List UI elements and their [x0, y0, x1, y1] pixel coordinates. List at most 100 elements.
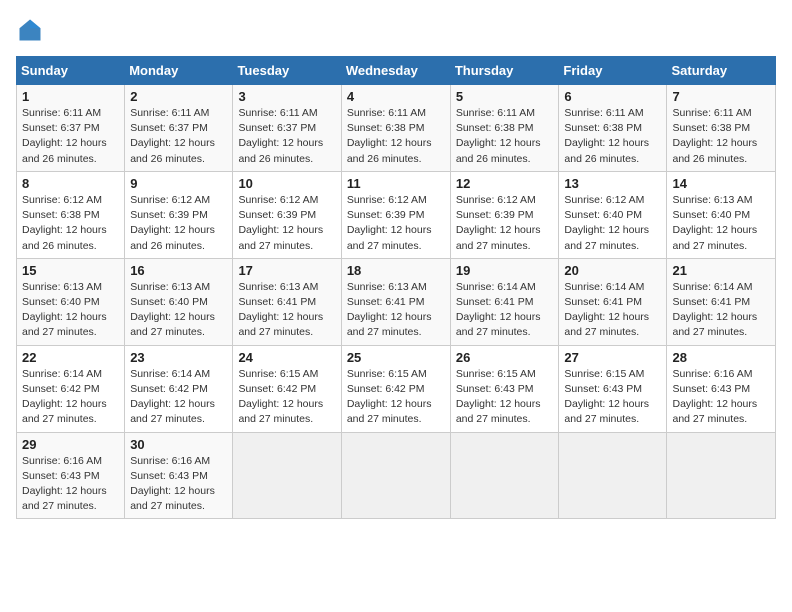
calendar-week-5: 29 Sunrise: 6:16 AMSunset: 6:43 PMDayligh…: [17, 432, 776, 519]
day-cell-2: 2 Sunrise: 6:11 AMSunset: 6:37 PMDaylight…: [125, 85, 233, 172]
day-info: Sunrise: 6:13 AMSunset: 6:40 PMDaylight:…: [672, 193, 770, 254]
day-cell-8: 8 Sunrise: 6:12 AMSunset: 6:38 PMDaylight…: [17, 171, 125, 258]
column-header-wednesday: Wednesday: [341, 57, 450, 85]
empty-cell: [559, 432, 667, 519]
day-cell-22: 22 Sunrise: 6:14 AMSunset: 6:42 PMDayligh…: [17, 345, 125, 432]
day-cell-13: 13 Sunrise: 6:12 AMSunset: 6:40 PMDayligh…: [559, 171, 667, 258]
day-number: 28: [672, 350, 770, 365]
day-cell-15: 15 Sunrise: 6:13 AMSunset: 6:40 PMDayligh…: [17, 258, 125, 345]
day-cell-28: 28 Sunrise: 6:16 AMSunset: 6:43 PMDayligh…: [667, 345, 776, 432]
day-number: 7: [672, 89, 770, 104]
day-info: Sunrise: 6:12 AMSunset: 6:40 PMDaylight:…: [564, 193, 661, 254]
day-info: Sunrise: 6:12 AMSunset: 6:39 PMDaylight:…: [238, 193, 335, 254]
day-number: 13: [564, 176, 661, 191]
day-info: Sunrise: 6:11 AMSunset: 6:38 PMDaylight:…: [564, 106, 661, 167]
day-number: 23: [130, 350, 227, 365]
day-number: 4: [347, 89, 445, 104]
day-number: 29: [22, 437, 119, 452]
day-number: 19: [456, 263, 554, 278]
day-info: Sunrise: 6:12 AMSunset: 6:39 PMDaylight:…: [456, 193, 554, 254]
day-number: 16: [130, 263, 227, 278]
column-header-monday: Monday: [125, 57, 233, 85]
day-cell-18: 18 Sunrise: 6:13 AMSunset: 6:41 PMDayligh…: [341, 258, 450, 345]
day-number: 21: [672, 263, 770, 278]
day-number: 26: [456, 350, 554, 365]
logo-icon: [16, 16, 44, 44]
day-info: Sunrise: 6:15 AMSunset: 6:43 PMDaylight:…: [564, 367, 661, 428]
day-info: Sunrise: 6:13 AMSunset: 6:40 PMDaylight:…: [22, 280, 119, 341]
day-cell-27: 27 Sunrise: 6:15 AMSunset: 6:43 PMDayligh…: [559, 345, 667, 432]
column-header-sunday: Sunday: [17, 57, 125, 85]
calendar-week-3: 15 Sunrise: 6:13 AMSunset: 6:40 PMDayligh…: [17, 258, 776, 345]
day-number: 27: [564, 350, 661, 365]
empty-cell: [341, 432, 450, 519]
day-number: 22: [22, 350, 119, 365]
day-number: 25: [347, 350, 445, 365]
day-info: Sunrise: 6:11 AMSunset: 6:37 PMDaylight:…: [130, 106, 227, 167]
day-info: Sunrise: 6:13 AMSunset: 6:41 PMDaylight:…: [238, 280, 335, 341]
day-info: Sunrise: 6:16 AMSunset: 6:43 PMDaylight:…: [672, 367, 770, 428]
day-cell-19: 19Sunrise: 6:14 AMSunset: 6:41 PMDayligh…: [450, 258, 559, 345]
day-info: Sunrise: 6:15 AMSunset: 6:42 PMDaylight:…: [347, 367, 445, 428]
day-cell-26: 26 Sunrise: 6:15 AMSunset: 6:43 PMDayligh…: [450, 345, 559, 432]
day-info: Sunrise: 6:14 AMSunset: 6:42 PMDaylight:…: [22, 367, 119, 428]
day-cell-24: 24 Sunrise: 6:15 AMSunset: 6:42 PMDayligh…: [233, 345, 341, 432]
logo: [16, 16, 48, 44]
day-cell-14: 14 Sunrise: 6:13 AMSunset: 6:40 PMDayligh…: [667, 171, 776, 258]
calendar-table: SundayMondayTuesdayWednesdayThursdayFrid…: [16, 56, 776, 519]
day-cell-10: 10Sunrise: 6:12 AMSunset: 6:39 PMDayligh…: [233, 171, 341, 258]
day-number: 14: [672, 176, 770, 191]
day-number: 18: [347, 263, 445, 278]
day-info: Sunrise: 6:12 AMSunset: 6:38 PMDaylight:…: [22, 193, 119, 254]
day-info: Sunrise: 6:11 AMSunset: 6:38 PMDaylight:…: [456, 106, 554, 167]
day-info: Sunrise: 6:14 AMSunset: 6:41 PMDaylight:…: [672, 280, 770, 341]
day-info: Sunrise: 6:11 AMSunset: 6:37 PMDaylight:…: [22, 106, 119, 167]
day-info: Sunrise: 6:15 AMSunset: 6:43 PMDaylight:…: [456, 367, 554, 428]
calendar-week-4: 22 Sunrise: 6:14 AMSunset: 6:42 PMDayligh…: [17, 345, 776, 432]
day-info: Sunrise: 6:14 AMSunset: 6:41 PMDaylight:…: [564, 280, 661, 341]
page-header: [16, 16, 776, 44]
column-header-thursday: Thursday: [450, 57, 559, 85]
day-cell-25: 25 Sunrise: 6:15 AMSunset: 6:42 PMDayligh…: [341, 345, 450, 432]
day-cell-6: 6 Sunrise: 6:11 AMSunset: 6:38 PMDaylight…: [559, 85, 667, 172]
day-info: Sunrise: 6:15 AMSunset: 6:42 PMDaylight:…: [238, 367, 335, 428]
day-info: Sunrise: 6:11 AMSunset: 6:37 PMDaylight:…: [238, 106, 335, 167]
day-cell-29: 29 Sunrise: 6:16 AMSunset: 6:43 PMDayligh…: [17, 432, 125, 519]
day-info: Sunrise: 6:13 AMSunset: 6:40 PMDaylight:…: [130, 280, 227, 341]
day-cell-30: 30Sunrise: 6:16 AMSunset: 6:43 PMDayligh…: [125, 432, 233, 519]
column-header-tuesday: Tuesday: [233, 57, 341, 85]
day-cell-23: 23 Sunrise: 6:14 AMSunset: 6:42 PMDayligh…: [125, 345, 233, 432]
day-cell-7: 7 Sunrise: 6:11 AMSunset: 6:38 PMDaylight…: [667, 85, 776, 172]
day-cell-17: 17Sunrise: 6:13 AMSunset: 6:41 PMDayligh…: [233, 258, 341, 345]
day-cell-5: 5 Sunrise: 6:11 AMSunset: 6:38 PMDaylight…: [450, 85, 559, 172]
day-info: Sunrise: 6:16 AMSunset: 6:43 PMDaylight:…: [22, 454, 119, 515]
day-info: Sunrise: 6:12 AMSunset: 6:39 PMDaylight:…: [130, 193, 227, 254]
column-header-friday: Friday: [559, 57, 667, 85]
day-info: Sunrise: 6:13 AMSunset: 6:41 PMDaylight:…: [347, 280, 445, 341]
day-cell-4: 4Sunrise: 6:11 AMSunset: 6:38 PMDaylight…: [341, 85, 450, 172]
day-number: 9: [130, 176, 227, 191]
empty-cell: [450, 432, 559, 519]
day-info: Sunrise: 6:11 AMSunset: 6:38 PMDaylight:…: [672, 106, 770, 167]
day-number: 15: [22, 263, 119, 278]
day-number: 8: [22, 176, 119, 191]
day-cell-3: 3 Sunrise: 6:11 AMSunset: 6:37 PMDaylight…: [233, 85, 341, 172]
calendar-week-1: 1Sunrise: 6:11 AMSunset: 6:37 PMDaylight…: [17, 85, 776, 172]
day-number: 12: [456, 176, 554, 191]
day-cell-21: 21 Sunrise: 6:14 AMSunset: 6:41 PMDayligh…: [667, 258, 776, 345]
day-cell-9: 9 Sunrise: 6:12 AMSunset: 6:39 PMDaylight…: [125, 171, 233, 258]
day-number: 11: [347, 176, 445, 191]
day-number: 6: [564, 89, 661, 104]
day-number: 5: [456, 89, 554, 104]
day-number: 24: [238, 350, 335, 365]
day-info: Sunrise: 6:14 AMSunset: 6:42 PMDaylight:…: [130, 367, 227, 428]
calendar-week-2: 8 Sunrise: 6:12 AMSunset: 6:38 PMDaylight…: [17, 171, 776, 258]
column-header-saturday: Saturday: [667, 57, 776, 85]
calendar-header-row: SundayMondayTuesdayWednesdayThursdayFrid…: [17, 57, 776, 85]
day-number: 3: [238, 89, 335, 104]
day-cell-1: 1Sunrise: 6:11 AMSunset: 6:37 PMDaylight…: [17, 85, 125, 172]
empty-cell: [667, 432, 776, 519]
day-number: 20: [564, 263, 661, 278]
day-number: 2: [130, 89, 227, 104]
day-info: Sunrise: 6:16 AMSunset: 6:43 PMDaylight:…: [130, 454, 227, 515]
